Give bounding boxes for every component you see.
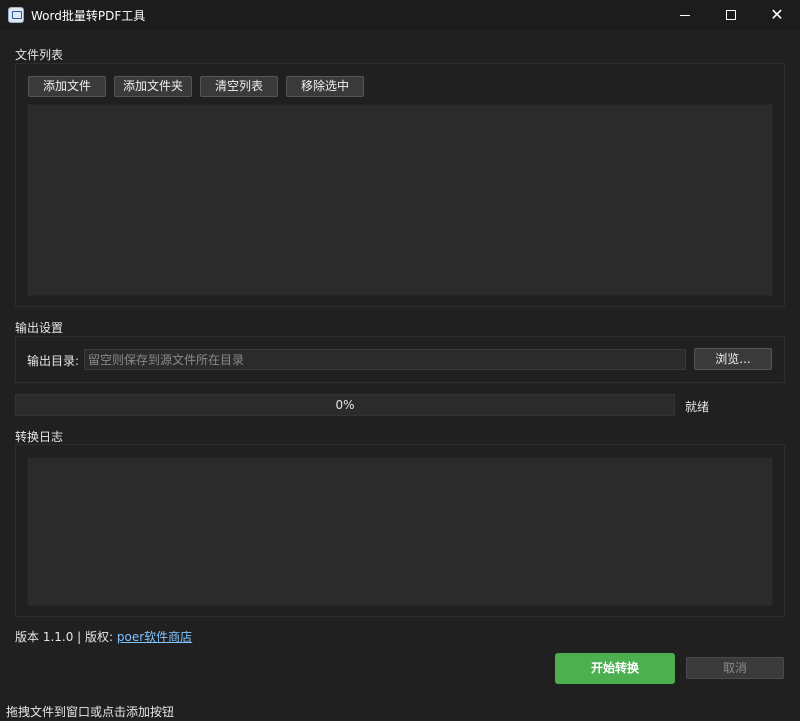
output-dir-input[interactable] bbox=[84, 349, 686, 370]
close-icon: ✕ bbox=[770, 5, 784, 24]
add-folder-button[interactable]: 添加文件夹 bbox=[114, 76, 192, 97]
progress-text: 0% bbox=[335, 398, 355, 412]
copyright-link[interactable]: poer软件商店 bbox=[117, 630, 192, 644]
cancel-button[interactable]: 取消 bbox=[686, 657, 784, 679]
version-text: 版本 1.1.0 | 版权: bbox=[15, 630, 114, 644]
clear-list-button[interactable]: 清空列表 bbox=[200, 76, 278, 97]
browse-button[interactable]: 浏览... bbox=[694, 348, 772, 370]
file-list[interactable] bbox=[27, 104, 773, 296]
output-dir-label: 输出目录: bbox=[27, 354, 80, 368]
progress-bar: 0% bbox=[15, 394, 675, 416]
maximize-icon bbox=[726, 10, 736, 20]
log-title: 转换日志 bbox=[15, 430, 64, 444]
app-icon bbox=[8, 7, 24, 23]
file-list-title: 文件列表 bbox=[15, 48, 64, 62]
start-convert-button[interactable]: 开始转换 bbox=[555, 653, 675, 684]
output-settings-title: 输出设置 bbox=[15, 321, 64, 335]
status-bar-text: 拖拽文件到窗口或点击添加按钮 bbox=[6, 705, 175, 719]
log-text-area[interactable] bbox=[27, 457, 773, 606]
add-files-button[interactable]: 添加文件 bbox=[28, 76, 106, 97]
minimize-button[interactable] bbox=[662, 0, 708, 30]
window-title: Word批量转PDF工具 bbox=[31, 9, 146, 23]
status-label: 就绪 bbox=[685, 400, 710, 414]
version-info: 版本 1.1.0 | 版权: poer软件商店 bbox=[15, 628, 192, 645]
minimize-icon bbox=[680, 14, 690, 16]
maximize-button[interactable] bbox=[708, 0, 754, 30]
title-bar: Word批量转PDF工具 ✕ bbox=[0, 0, 800, 30]
close-button[interactable]: ✕ bbox=[754, 0, 800, 30]
remove-selected-button[interactable]: 移除选中 bbox=[286, 76, 364, 97]
